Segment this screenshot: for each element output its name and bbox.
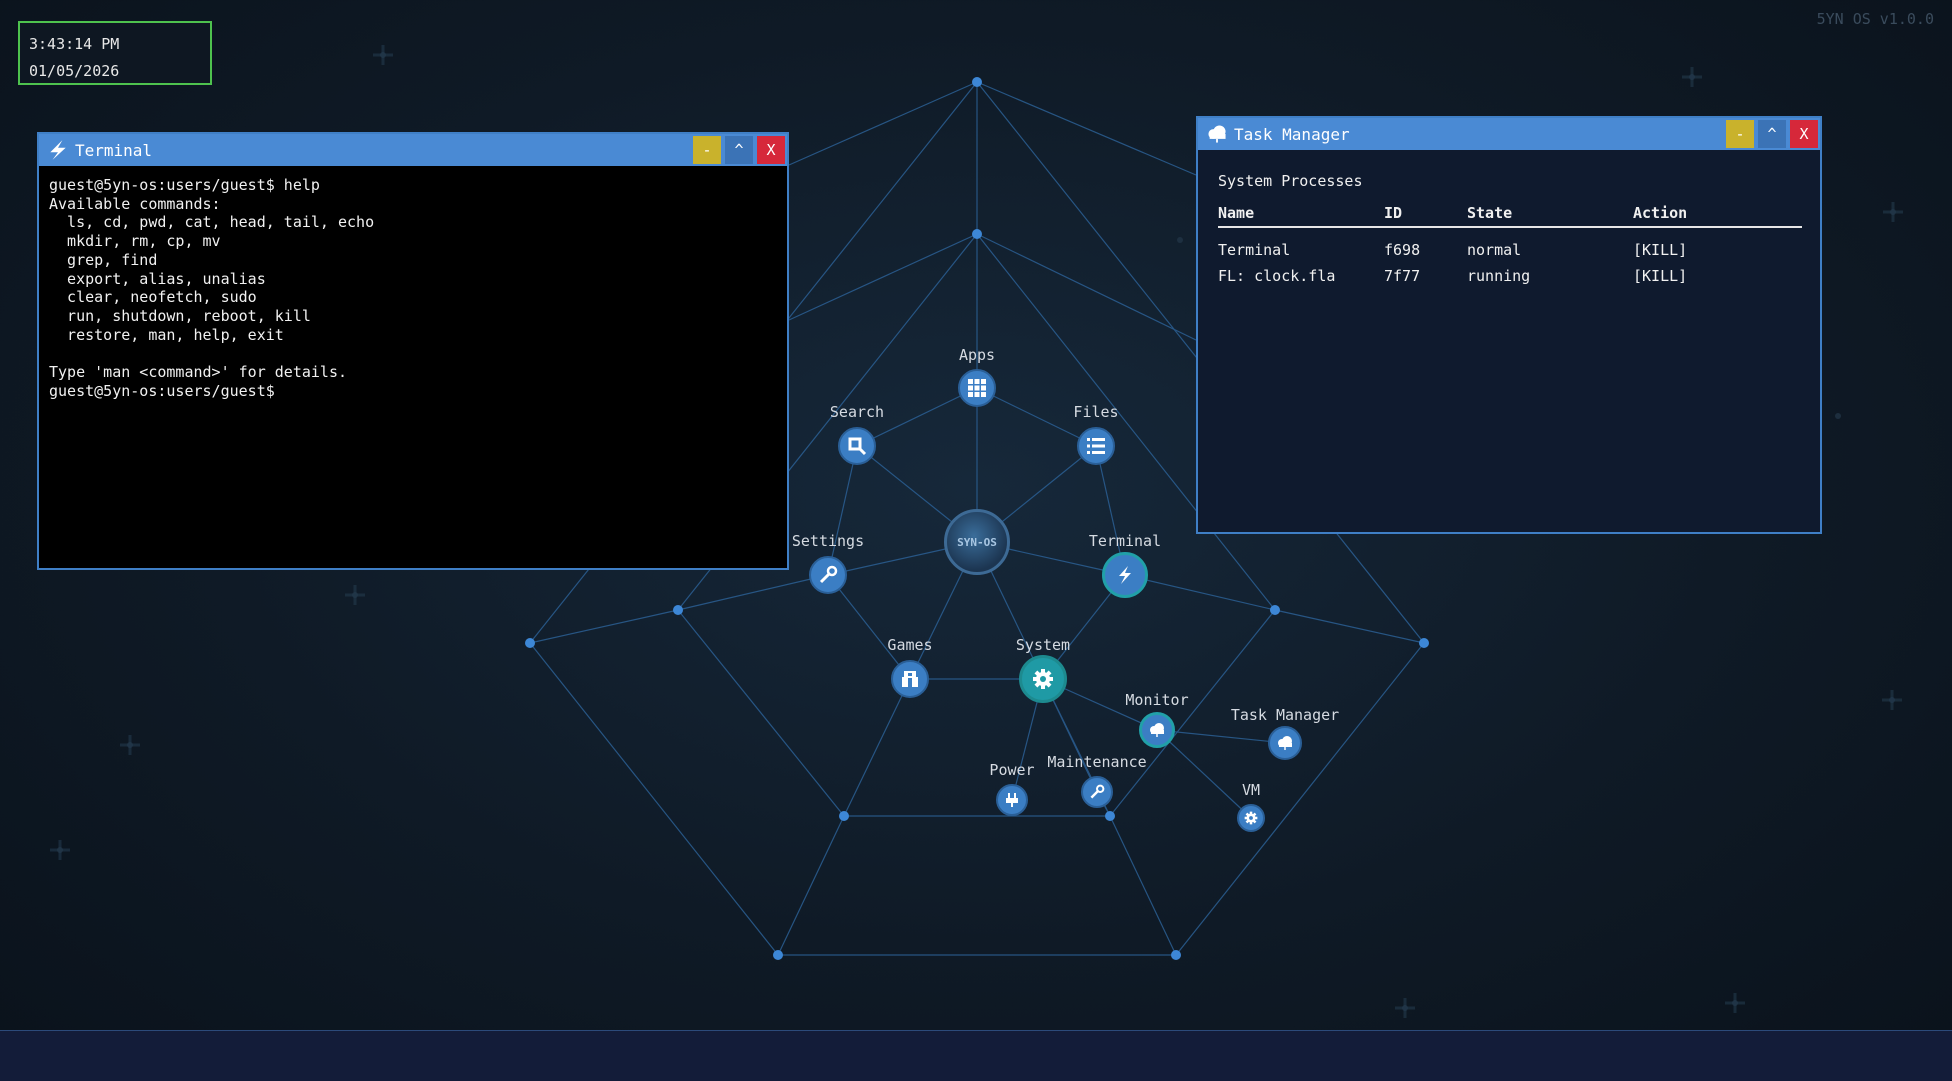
controller-icon: [902, 671, 918, 687]
cloud-icon: [1150, 723, 1164, 737]
column-header-state: State: [1467, 204, 1633, 228]
terminal-window[interactable]: Terminal - ^ X guest@5yn-os:users/guest$…: [37, 132, 789, 570]
node-system[interactable]: [1019, 655, 1067, 703]
kill-button[interactable]: [KILL]: [1633, 227, 1802, 260]
search-icon: [848, 437, 867, 456]
process-table: Name ID State Action Terminal f698 norma…: [1218, 204, 1802, 286]
clock-time: 3:43:14 PM: [29, 35, 120, 53]
os-version: 5YN OS v1.0.0: [1816, 10, 1934, 28]
node-label-settings: Settings: [791, 532, 865, 550]
process-name: Terminal: [1218, 241, 1291, 259]
node-label-system: System: [1015, 636, 1071, 654]
task-manager-title: Task Manager: [1234, 124, 1350, 144]
node-games[interactable]: [891, 660, 929, 698]
node-files[interactable]: [1077, 427, 1115, 465]
node-apps[interactable]: [958, 369, 996, 407]
clock-date: 01/05/2026: [29, 62, 120, 80]
terminal-titlebar[interactable]: Terminal - ^ X: [39, 134, 787, 166]
process-name: FL: clock.fla: [1218, 267, 1336, 285]
node-label-maintenance: Maintenance: [1047, 753, 1147, 771]
process-list-heading: System Processes: [1218, 172, 1363, 190]
node-label-files: Files: [1073, 403, 1119, 421]
process-state: running: [1467, 267, 1531, 285]
wrench-icon: [819, 565, 838, 584]
logo-text: SYN-OS: [957, 535, 997, 549]
minimize-button[interactable]: -: [693, 136, 721, 164]
terminal-output[interactable]: guest@5yn-os:users/guest$ help Available…: [39, 166, 787, 410]
gear-icon: [1033, 669, 1053, 689]
maximize-button[interactable]: ^: [725, 136, 753, 164]
gear-icon: [1244, 811, 1258, 825]
node-label-games: Games: [887, 636, 933, 654]
node-terminal[interactable]: [1102, 552, 1148, 598]
process-id: f698: [1384, 241, 1421, 259]
node-task-manager[interactable]: [1268, 726, 1302, 760]
table-header-row: Name ID State Action: [1218, 204, 1802, 228]
grid-icon: [968, 379, 986, 397]
table-row: FL: clock.fla 7f77 running [KILL]: [1218, 260, 1802, 286]
close-button[interactable]: X: [1790, 120, 1818, 148]
minimize-button[interactable]: -: [1726, 120, 1754, 148]
node-search[interactable]: [838, 427, 876, 465]
clock-widget: 3:43:14 PM 01/05/2026: [18, 21, 212, 85]
node-label-task-manager: Task Manager: [1230, 706, 1340, 724]
column-header-id: ID: [1384, 204, 1467, 228]
lightning-icon: [43, 135, 73, 165]
node-monitor[interactable]: [1139, 712, 1175, 748]
taskbar[interactable]: [0, 1030, 1952, 1081]
node-label-search: Search: [829, 403, 885, 421]
node-label-monitor: Monitor: [1125, 691, 1189, 709]
kill-button[interactable]: [KILL]: [1633, 260, 1802, 286]
cloud-icon: [1202, 119, 1232, 149]
task-manager-titlebar[interactable]: Task Manager - ^ X: [1198, 118, 1820, 150]
maximize-button[interactable]: ^: [1758, 120, 1786, 148]
node-label-apps: Apps: [958, 346, 996, 364]
node-label-power: Power: [989, 761, 1035, 779]
node-label-terminal: Terminal: [1088, 532, 1162, 550]
terminal-title: Terminal: [75, 140, 153, 160]
task-manager-window[interactable]: Task Manager - ^ X System Processes Name…: [1196, 116, 1822, 534]
node-vm[interactable]: [1237, 804, 1265, 832]
cloud-icon: [1278, 736, 1292, 750]
table-row: Terminal f698 normal [KILL]: [1218, 227, 1802, 260]
lightning-icon: [1119, 566, 1131, 584]
column-header-name: Name: [1218, 204, 1384, 228]
wrench-icon: [1090, 784, 1105, 799]
column-header-action: Action: [1633, 204, 1802, 228]
task-manager-body: System Processes Name ID State Action Te…: [1198, 150, 1820, 302]
close-button[interactable]: X: [757, 136, 785, 164]
list-icon: [1087, 438, 1105, 454]
node-settings[interactable]: [809, 556, 847, 594]
node-power[interactable]: [996, 784, 1028, 816]
process-id: 7f77: [1384, 267, 1421, 285]
process-state: normal: [1467, 241, 1522, 259]
node-label-vm: VM: [1241, 781, 1261, 799]
node-maintenance[interactable]: [1081, 776, 1113, 808]
synos-logo: SYN-OS: [944, 509, 1010, 575]
plug-icon: [1006, 793, 1018, 807]
